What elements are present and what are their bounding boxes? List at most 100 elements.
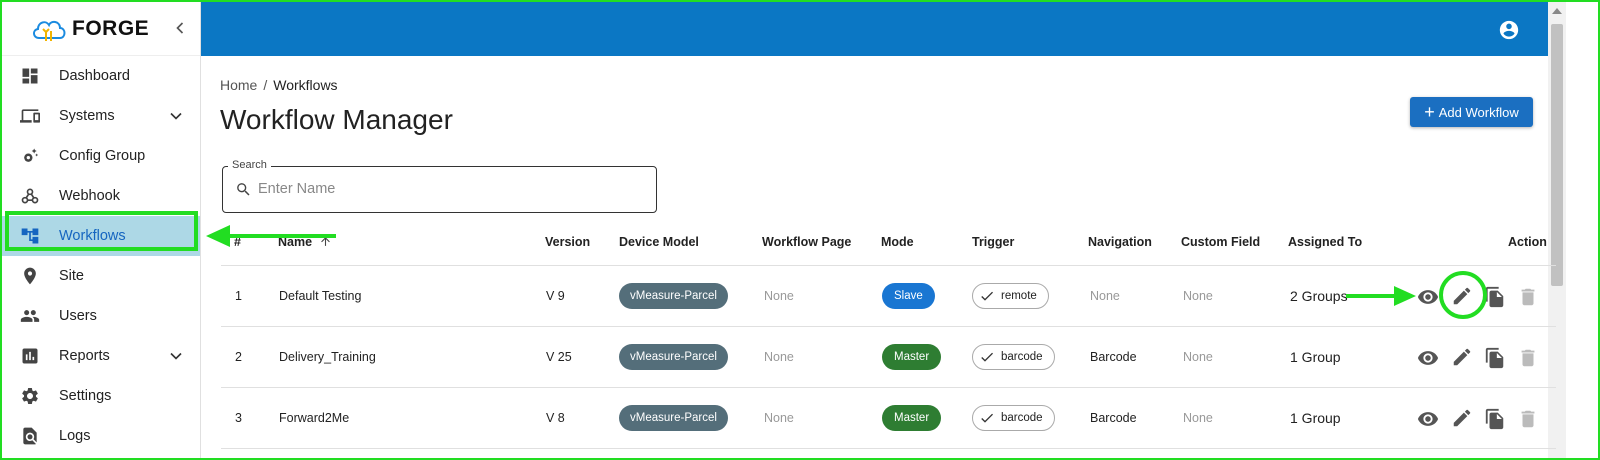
trigger-chip: barcode <box>972 405 1055 431</box>
top-app-bar <box>201 2 1548 56</box>
search-icon <box>237 183 250 196</box>
delete-trash-icon[interactable] <box>1517 408 1539 430</box>
sidebar-item-webhook[interactable]: Webhook <box>2 176 200 216</box>
row-navigation: Barcode <box>1090 350 1137 364</box>
delete-trash-icon[interactable] <box>1517 347 1539 369</box>
location-pin-icon <box>24 267 36 285</box>
row-assigned-to[interactable]: 1 Group <box>1290 410 1341 426</box>
row-assigned-to[interactable]: 2 Groups <box>1290 288 1348 304</box>
logo-row: FORGE <box>2 2 200 56</box>
view-eye-icon[interactable] <box>1417 408 1439 430</box>
row-navigation: Barcode <box>1090 411 1137 425</box>
copy-icon[interactable] <box>1484 286 1506 308</box>
scroll-up-arrow-icon[interactable] <box>1552 8 1562 14</box>
settings-suggest-icon <box>24 148 39 162</box>
column-header-index: # <box>234 235 241 249</box>
row-index: 2 <box>235 350 242 364</box>
dashboard-icon <box>22 68 38 84</box>
scrollbar-thumb[interactable] <box>1551 24 1563 286</box>
sidebar-item-workflows[interactable]: Workflows <box>2 216 200 256</box>
edit-pencil-icon[interactable] <box>1451 407 1473 429</box>
column-header-device-model: Device Model <box>619 235 699 249</box>
sidebar-item-systems[interactable]: Systems <box>2 96 200 136</box>
row-version: V 25 <box>546 350 572 364</box>
sidebar-item-label: Workflows <box>59 228 126 244</box>
sidebar-item-logs[interactable]: Logs <box>2 416 200 456</box>
device-model-chip: vMeasure-Parcel <box>619 344 728 370</box>
row-workflow-page: None <box>764 411 794 425</box>
sidebar-item-label: Dashboard <box>59 68 130 84</box>
view-eye-icon[interactable] <box>1417 286 1439 308</box>
view-eye-icon[interactable] <box>1417 347 1439 369</box>
column-header-label: Name <box>278 235 313 249</box>
trigger-label: barcode <box>1001 351 1043 363</box>
check-icon <box>981 352 993 362</box>
add-workflow-button[interactable]: + Add Workflow <box>1410 97 1533 127</box>
row-version: V 9 <box>546 289 565 303</box>
sidebar-item-label: Users <box>59 308 97 324</box>
sidebar-item-site[interactable]: Site <box>2 256 200 296</box>
row-index: 1 <box>235 289 242 303</box>
search-label: Search <box>228 159 271 171</box>
column-header-action: Action <box>1508 235 1547 249</box>
row-divider <box>221 448 1556 449</box>
column-header-navigation: Navigation <box>1088 235 1152 249</box>
sidebar-item-config-group[interactable]: Config Group <box>2 136 200 176</box>
app-name: FORGE <box>72 17 150 40</box>
account-circle-icon[interactable] <box>1498 19 1520 41</box>
sidebar-item-label: Logs <box>59 428 91 444</box>
sidebar-nav: Dashboard Systems Config Group Webhook W… <box>2 56 200 456</box>
sidebar-item-settings[interactable]: Settings <box>2 376 200 416</box>
trigger-label: barcode <box>1001 412 1043 424</box>
device-model-chip: vMeasure-Parcel <box>619 283 728 309</box>
delete-trash-icon[interactable] <box>1517 286 1539 308</box>
edit-pencil-icon[interactable] <box>1451 346 1473 368</box>
table-header-divider <box>221 265 1556 266</box>
page-scrollbar[interactable] <box>1548 2 1598 458</box>
trigger-chip: remote <box>972 283 1049 309</box>
sort-arrow-up-icon[interactable] <box>319 235 332 248</box>
row-name: Default Testing <box>279 289 362 303</box>
row-custom-field: None <box>1183 411 1213 425</box>
breadcrumb: Home / Workflows <box>220 77 338 93</box>
trigger-chip: barcode <box>972 344 1055 370</box>
sidebar-item-reports[interactable]: Reports <box>2 336 200 376</box>
row-workflow-page: None <box>764 289 794 303</box>
annotation-arrow-right-icon <box>1346 286 1416 306</box>
sidebar-item-label: Reports <box>59 348 110 364</box>
sidebar: FORGE Dashboard Systems Config Group Web… <box>2 2 201 458</box>
copy-icon[interactable] <box>1484 347 1506 369</box>
row-navigation: None <box>1090 289 1120 303</box>
devices-icon <box>20 109 40 123</box>
mode-chip: Slave <box>882 283 935 309</box>
sidebar-item-dashboard[interactable]: Dashboard <box>2 56 200 96</box>
sidebar-item-label: Systems <box>59 108 115 124</box>
check-icon <box>981 291 993 301</box>
device-model-chip: vMeasure-Parcel <box>619 405 728 431</box>
breadcrumb-current: Workflows <box>273 77 338 93</box>
row-custom-field: None <box>1183 350 1213 364</box>
row-name: Forward2Me <box>279 411 350 425</box>
chevron-down-icon[interactable] <box>166 346 186 366</box>
column-header-version: Version <box>545 235 591 249</box>
row-assigned-to[interactable]: 1 Group <box>1290 349 1341 365</box>
check-icon <box>981 413 993 423</box>
trigger-label: remote <box>1001 290 1037 302</box>
copy-icon[interactable] <box>1484 408 1506 430</box>
column-header-workflow-page: Workflow Page <box>762 235 852 249</box>
search-input[interactable] <box>258 178 638 200</box>
gear-icon <box>22 388 38 404</box>
column-header-name[interactable]: Name <box>278 235 332 249</box>
column-header-mode: Mode <box>881 235 914 249</box>
chevron-down-icon[interactable] <box>166 106 186 126</box>
sidebar-item-users[interactable]: Users <box>2 296 200 336</box>
edit-pencil-icon[interactable] <box>1451 285 1473 307</box>
chevron-left-icon[interactable] <box>170 18 190 38</box>
cloud-logo-icon <box>33 20 66 41</box>
row-workflow-page: None <box>764 350 794 364</box>
breadcrumb-home-link[interactable]: Home <box>220 77 257 93</box>
column-header-assigned-to: Assigned To <box>1288 235 1363 249</box>
page-title: Workflow Manager <box>220 104 453 135</box>
sidebar-item-label: Settings <box>59 388 112 404</box>
sidebar-item-label: Site <box>59 268 84 284</box>
